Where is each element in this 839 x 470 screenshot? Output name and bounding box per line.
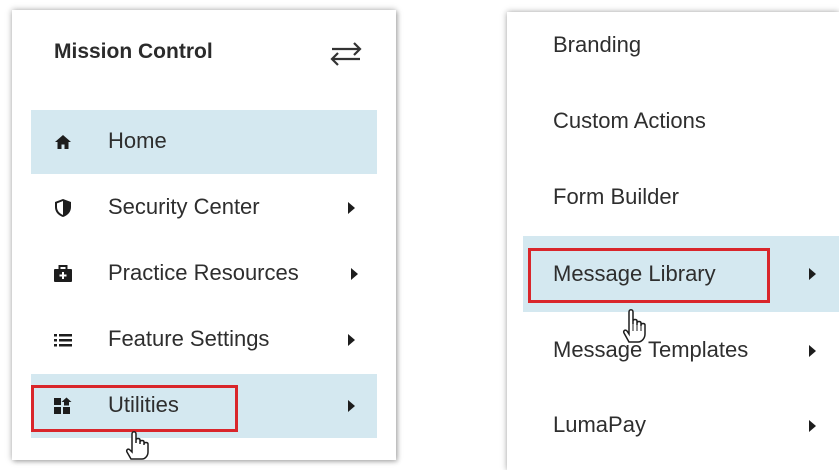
sidebar-item-home[interactable]: Home [31, 110, 377, 174]
chevron-right-icon [809, 420, 816, 432]
chevron-right-icon [348, 334, 355, 346]
submenu-item-lumapay[interactable]: LumaPay [523, 391, 839, 461]
home-icon [53, 132, 73, 152]
submenu-item-label: Form Builder [553, 184, 679, 209]
medkit-icon [53, 264, 73, 284]
chevron-right-icon [348, 202, 355, 214]
utilities-grid-icon [53, 396, 73, 416]
submenu-item-label: LumaPay [553, 412, 646, 437]
chevron-right-icon [351, 268, 358, 280]
sidebar-item-practice-resources[interactable]: Practice Resources [31, 242, 377, 306]
submenu-item-label: Message Templates [553, 337, 749, 362]
chevron-right-icon [809, 268, 816, 280]
chevron-right-icon [348, 400, 355, 412]
submenu-item-label: Message Library [553, 261, 716, 286]
sidebar-item-feature-settings[interactable]: Feature Settings [31, 308, 377, 372]
submenu-item-branding[interactable]: Branding [523, 11, 839, 81]
mission-control-menu: Mission Control Home Security Center Pra… [12, 10, 396, 460]
sidebar-item-security-center[interactable]: Security Center [31, 176, 377, 240]
menu-title: Mission Control [54, 40, 213, 63]
list-icon [53, 330, 73, 350]
swap-arrows-icon[interactable] [328, 40, 364, 68]
chevron-right-icon [809, 345, 816, 357]
submenu-item-message-library[interactable]: Message Library [523, 236, 839, 312]
submenu-item-label: Branding [553, 32, 642, 57]
shield-icon [53, 198, 73, 218]
submenu-item-form-builder[interactable]: Form Builder [523, 163, 839, 233]
sidebar-item-label: Security Center [108, 194, 260, 219]
utilities-submenu: Branding Custom Actions Form Builder Mes… [507, 12, 839, 470]
sidebar-item-utilities[interactable]: Utilities [31, 374, 377, 438]
sidebar-item-label: Utilities [108, 392, 179, 417]
submenu-item-label: Custom Actions [553, 108, 706, 133]
submenu-item-message-templates[interactable]: Message Templates [523, 316, 839, 386]
sidebar-item-label: Home [108, 128, 167, 153]
sidebar-item-label: Feature Settings [108, 326, 270, 351]
submenu-item-custom-actions[interactable]: Custom Actions [523, 87, 839, 157]
sidebar-item-label: Practice Resources [108, 260, 299, 285]
